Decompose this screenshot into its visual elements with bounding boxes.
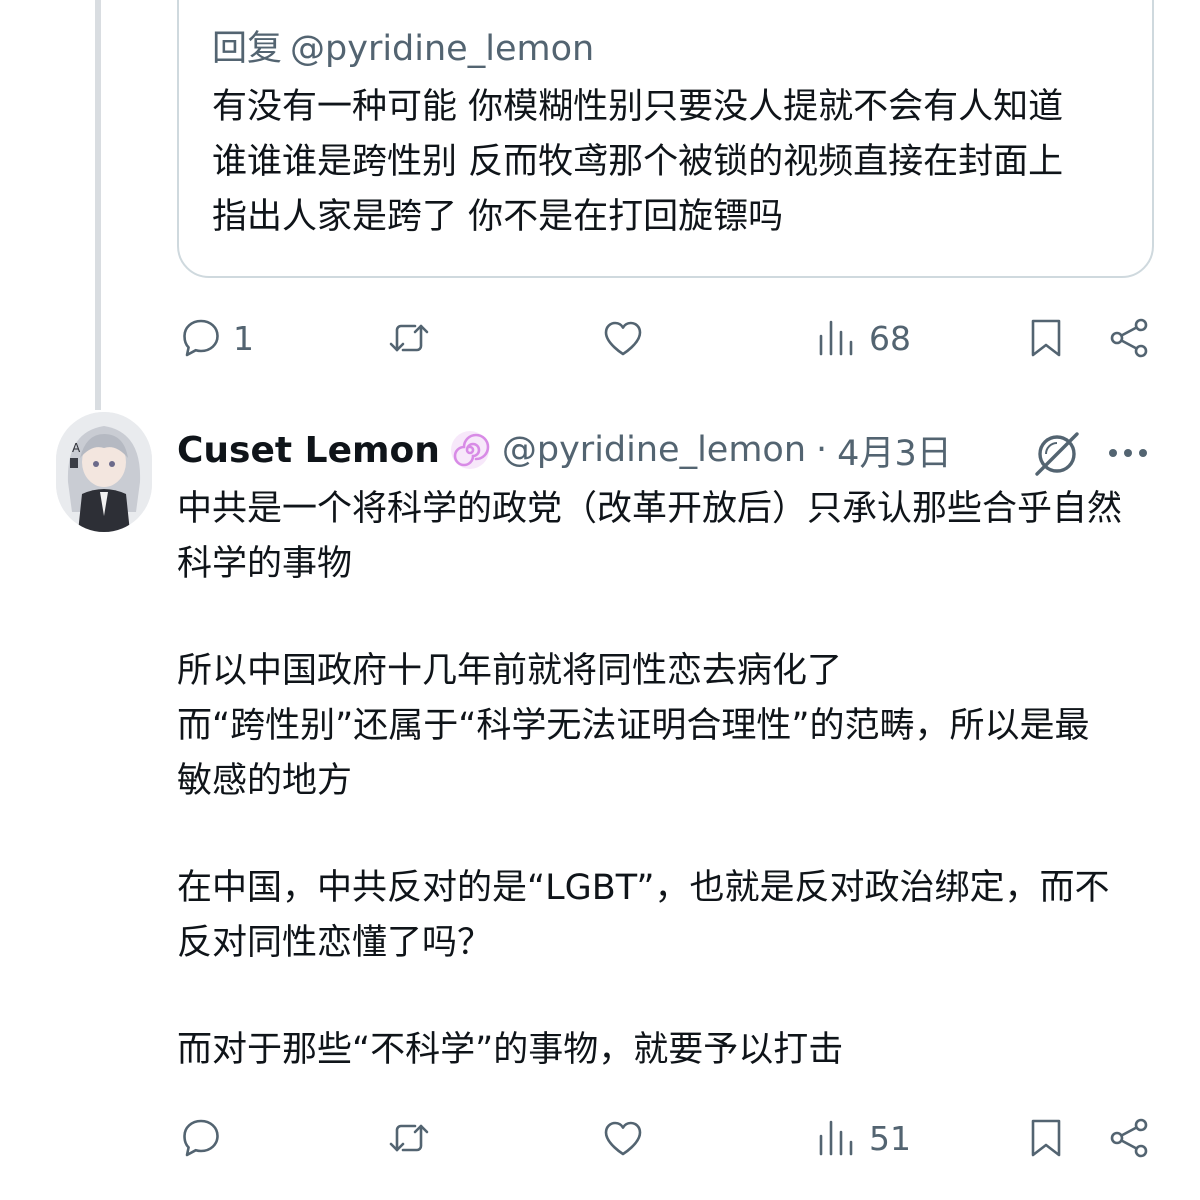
spiral-badge-icon — [450, 431, 490, 469]
grok-slash-circle-icon[interactable] — [1030, 426, 1084, 480]
tweet-line: 科学的事物 — [177, 544, 353, 584]
action-bar-bottom: 51 — [177, 1108, 1157, 1168]
avatar[interactable]: A — [56, 412, 152, 532]
bar-chart-icon — [819, 1120, 853, 1156]
bar-chart-icon — [819, 320, 853, 356]
tweet-line: 在中国，中共反对的是“LGBT”，也就是反对政治绑定，而不 — [177, 868, 1110, 908]
thread-connector-line — [95, 0, 101, 410]
reply-prefix: 回复 — [212, 29, 283, 69]
tweet-line: 所以中国政府十几年前就将同性恋去病化了 — [177, 651, 843, 691]
tweet-line: 敏感的地方 — [177, 761, 353, 801]
share-icon — [1110, 318, 1148, 358]
bookmark-button[interactable] — [1022, 308, 1070, 368]
retweet-arrows-icon — [389, 324, 429, 352]
heart-icon — [604, 1121, 642, 1156]
tweet-header: Cuset Lemon @pyridine_lemon · 4月3日 — [177, 424, 952, 476]
share-button[interactable] — [1105, 1108, 1153, 1168]
retweet-button[interactable] — [385, 1108, 433, 1168]
author-handle[interactable]: @pyridine_lemon — [502, 430, 806, 470]
share-icon — [1110, 1118, 1148, 1158]
tweet-line: 反对同性恋懂了吗？ — [177, 923, 493, 963]
speech-bubble-icon — [183, 319, 219, 357]
display-name[interactable]: Cuset Lemon — [177, 430, 440, 471]
quoted-reply-text: 有没有一种可能 你模糊性别只要没人提就不会有人知道 谁谁谁是跨性别 反而牧鸢那个… — [212, 80, 1142, 245]
bookmark-button[interactable] — [1022, 1108, 1070, 1168]
bookmark-icon — [1031, 319, 1061, 357]
retweet-button[interactable] — [385, 308, 433, 368]
reply-to-label: 回复 @pyridine_lemon — [212, 20, 594, 71]
like-button[interactable] — [599, 1108, 647, 1168]
ellipsis-icon[interactable] — [1105, 430, 1151, 476]
share-button[interactable] — [1105, 308, 1153, 368]
like-button[interactable] — [599, 308, 647, 368]
tweet-line: 中共是一个将科学的政党（改革开放后）只承认那些合乎自然 — [177, 489, 1123, 529]
reply-count: 1 — [233, 318, 254, 358]
tweet-text: 中共是一个将科学的政党（改革开放后）只承认那些合乎自然 科学的事物 所以中国政府… — [177, 482, 1157, 1078]
views-count: 68 — [869, 318, 911, 358]
quoted-line: 指出人家是跨了 你不是在打回旋镖吗 — [212, 197, 784, 237]
bookmark-icon — [1031, 1119, 1061, 1157]
views-count: 51 — [869, 1118, 911, 1158]
retweet-arrows-icon — [389, 1124, 429, 1152]
views-button[interactable]: 51 — [813, 1108, 911, 1168]
quoted-line: 谁谁谁是跨性别 反而牧鸢那个被锁的视频直接在封面上 — [212, 142, 1064, 182]
heart-icon — [604, 321, 642, 356]
action-bar-top: 1 68 — [177, 308, 1157, 368]
reply-button[interactable] — [177, 1108, 225, 1168]
tweet-line: 而对于那些“不科学”的事物，就要予以打击 — [177, 1030, 844, 1070]
quoted-line: 有没有一种可能 你模糊性别只要没人提就不会有人知道 — [212, 87, 1064, 127]
avatar-image: A — [56, 412, 152, 532]
tweet-date[interactable]: 4月3日 — [837, 425, 952, 476]
reply-handle-link[interactable]: @pyridine_lemon — [290, 29, 594, 69]
svg-text:A: A — [72, 441, 81, 455]
views-button[interactable]: 68 — [813, 308, 911, 368]
speech-bubble-icon — [183, 1119, 219, 1157]
reply-button[interactable]: 1 — [177, 308, 254, 368]
separator-dot: · — [816, 430, 828, 470]
tweet-line: 而“跨性别”还属于“科学无法证明合理性”的范畴，所以是最 — [177, 706, 1090, 746]
